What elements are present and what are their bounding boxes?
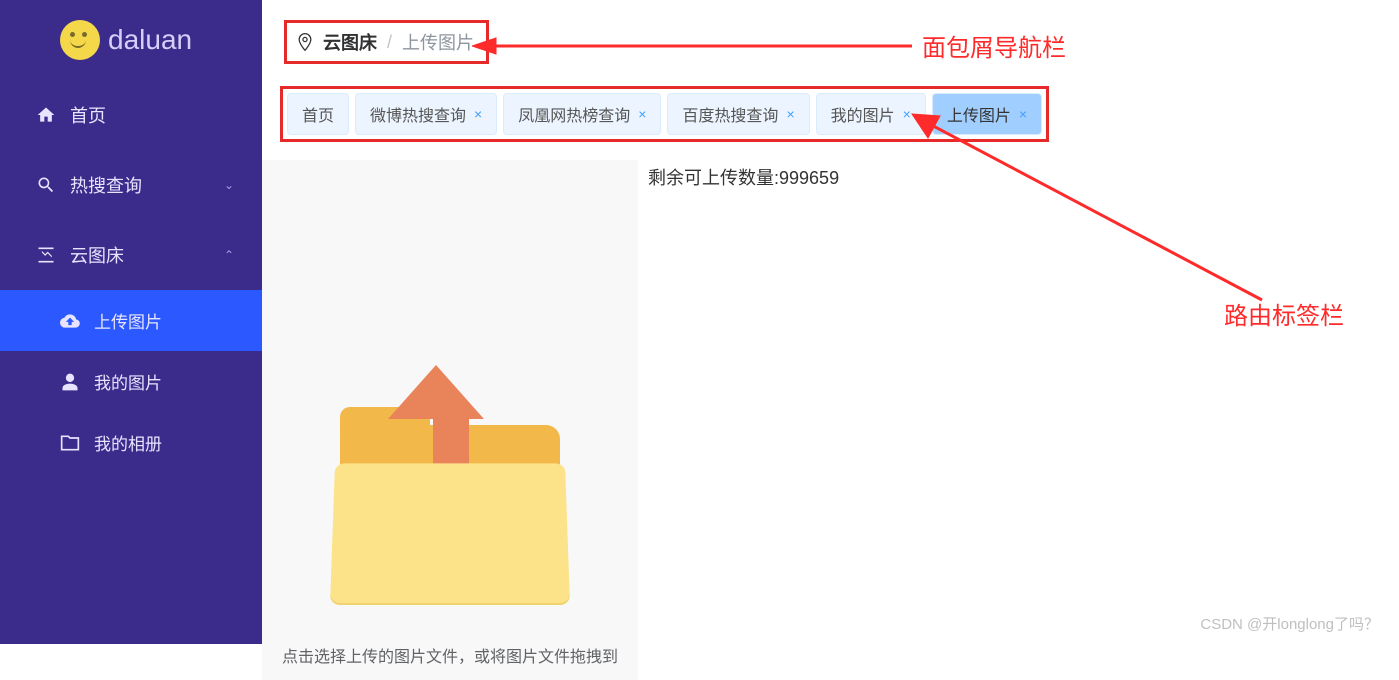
submenu-item-myimages[interactable]: 我的图片 bbox=[0, 351, 262, 412]
breadcrumb[interactable]: 云图床 / 上传图片 bbox=[323, 29, 474, 55]
close-icon[interactable]: × bbox=[638, 106, 646, 122]
sidebar-item-home[interactable]: 首页 bbox=[0, 80, 262, 150]
chevron-down-icon: ⌄ bbox=[224, 178, 234, 192]
submenu-item-label: 我的图片 bbox=[94, 369, 162, 394]
sidebar-item-label: 首页 bbox=[70, 102, 106, 128]
breadcrumb-first[interactable]: 云图床 bbox=[323, 29, 377, 55]
tab-label: 首页 bbox=[302, 102, 334, 126]
brand-name: daluan bbox=[108, 24, 192, 56]
close-icon[interactable]: × bbox=[786, 106, 794, 122]
submenu-item-upload[interactable]: 上传图片 bbox=[0, 290, 262, 351]
watermark: CSDN @开longlong了吗？ bbox=[1200, 613, 1379, 634]
person-icon bbox=[60, 372, 80, 392]
quota-value: 999659 bbox=[779, 168, 839, 188]
tab-label: 微博热搜查询 bbox=[370, 102, 466, 126]
submenu-item-myalbums[interactable]: 我的相册 bbox=[0, 412, 262, 473]
submenu-item-label: 上传图片 bbox=[94, 308, 162, 333]
quota-prefix: 剩余可上传数量: bbox=[648, 168, 779, 188]
breadcrumb-last[interactable]: 上传图片 bbox=[402, 29, 474, 55]
annotation-arrow-2 bbox=[902, 110, 1282, 310]
sidebar: daluan 首页 热搜查询 ⌄ 云图床 ⌃ 上传图片 我的图片 我的相册 bbox=[0, 0, 262, 644]
tab-label: 我的图片 bbox=[831, 102, 895, 126]
annotation-arrow-1 bbox=[472, 34, 922, 64]
logo-row: daluan bbox=[0, 0, 262, 80]
chart-icon bbox=[36, 245, 56, 265]
route-tab[interactable]: 首页 bbox=[287, 93, 349, 135]
sidebar-item-cloudbed[interactable]: 云图床 ⌃ bbox=[0, 220, 262, 290]
home-icon bbox=[36, 105, 56, 125]
location-icon bbox=[295, 32, 315, 52]
route-tab[interactable]: 百度热搜查询 × bbox=[667, 93, 809, 135]
chevron-up-icon: ⌃ bbox=[224, 248, 234, 262]
submenu-item-label: 我的相册 bbox=[94, 430, 162, 455]
cloud-upload-icon bbox=[60, 311, 80, 331]
close-icon[interactable]: × bbox=[474, 106, 482, 122]
route-tab[interactable]: 凤凰网热榜查询 × bbox=[503, 93, 661, 135]
folder-icon bbox=[60, 433, 80, 453]
breadcrumb-highlight: 云图床 / 上传图片 bbox=[284, 20, 489, 64]
breadcrumb-separator: / bbox=[387, 32, 392, 53]
sidebar-item-label: 云图床 bbox=[70, 242, 124, 268]
sidebar-item-hotsearch[interactable]: 热搜查询 ⌄ bbox=[0, 150, 262, 220]
upload-illustration bbox=[320, 395, 580, 615]
search-icon bbox=[36, 175, 56, 195]
upload-panel[interactable]: 点击选择上传的图片文件，或将图片文件拖拽到 bbox=[262, 160, 638, 680]
tab-label: 凤凰网热榜查询 bbox=[518, 102, 630, 126]
main-area: 云图床 / 上传图片 首页微博热搜查询×凤凰网热榜查询×百度热搜查询×我的图片×… bbox=[262, 0, 1399, 644]
tab-label: 百度热搜查询 bbox=[682, 102, 778, 126]
logo-icon bbox=[60, 20, 100, 60]
annotation-breadcrumb-label: 面包屑导航栏 bbox=[922, 28, 1066, 63]
sidebar-item-label: 热搜查询 bbox=[70, 172, 142, 198]
route-tab[interactable]: 微博热搜查询 × bbox=[355, 93, 497, 135]
upload-hint-text: 点击选择上传的图片文件，或将图片文件拖拽到 bbox=[270, 645, 630, 671]
